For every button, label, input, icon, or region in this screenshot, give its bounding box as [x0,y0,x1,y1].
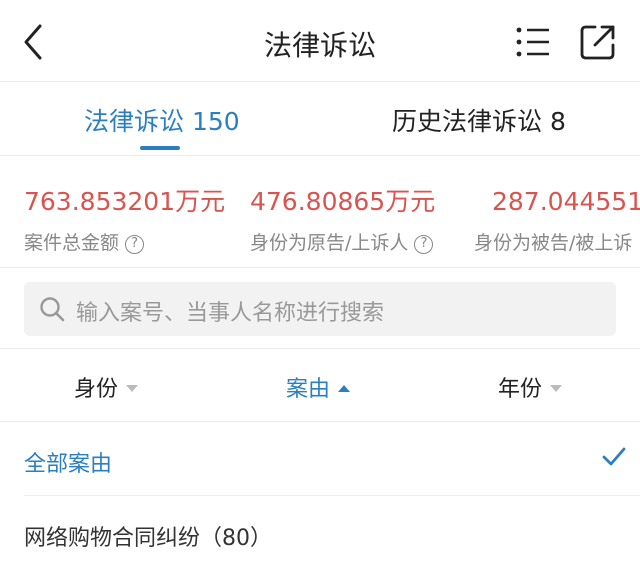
stat-total-amount: 763.853201万元 案件总金额? [24,182,225,255]
tab-historical-legal-cases[interactable]: 历史法律诉讼 8 [392,102,566,148]
active-tab-indicator [140,146,180,150]
stat-label-text: 身份为原告/上诉人 [250,232,409,254]
check-icon [602,447,626,466]
tab-legal-cases[interactable]: 法律诉讼 150 [84,102,240,148]
option-label: 网络购物合同纠纷（80） [24,526,272,551]
stat-defendant-amount: 287.044551万元 身份为被告/被上诉 [474,182,640,255]
stat-label-text: 案件总金额 [24,232,120,254]
help-icon[interactable]: ? [414,235,434,254]
search-placeholder: 输入案号、当事人名称进行搜索 [76,301,385,326]
tab-bar: 法律诉讼 150 历史法律诉讼 8 [0,82,640,156]
caret-down-icon [126,385,139,392]
filter-case-cause[interactable]: 案由 [286,371,351,403]
stat-label: 身份为原告/上诉人? [250,228,435,255]
filter-label: 身份 [74,377,119,402]
filter-identity[interactable]: 身份 [74,371,139,403]
option-all-causes[interactable]: 全部案由 [24,422,640,496]
stat-label: 案件总金额? [24,228,225,255]
stat-plaintiff-amount: 476.80865万元 身份为原告/上诉人? [250,182,435,255]
back-icon [24,24,42,60]
filter-year[interactable]: 年份 [498,371,563,403]
share-icon [580,25,615,60]
stat-value: 763.853201万元 [24,187,226,216]
option-label: 全部案由 [24,452,113,477]
stat-value: 476.80865万元 [250,187,436,216]
list-icon [516,27,549,57]
search-input[interactable]: 输入案号、当事人名称进行搜索 [24,282,616,336]
list-button[interactable] [514,24,552,60]
stat-label: 身份为被告/被上诉 [474,228,640,255]
stats-summary: 763.853201万元 案件总金额? 476.80865万元 身份为原告/上诉… [0,156,640,268]
back-button[interactable] [18,22,52,62]
caret-up-icon [338,385,351,392]
share-button[interactable] [578,22,618,62]
filter-label: 年份 [498,377,543,402]
help-icon[interactable]: ? [125,235,145,254]
filter-bar: 身份 案由 年份 [0,348,640,422]
option-online-shopping-contract-dispute[interactable]: 网络购物合同纠纷（80） [24,496,640,561]
caret-down-icon [550,385,563,392]
search-icon [40,297,65,322]
stat-value: 287.044551万元 [492,187,640,216]
nav-bar: 法律诉讼 [0,0,640,82]
stat-label-text: 身份为被告/被上诉 [474,232,633,254]
filter-label: 案由 [286,377,331,402]
